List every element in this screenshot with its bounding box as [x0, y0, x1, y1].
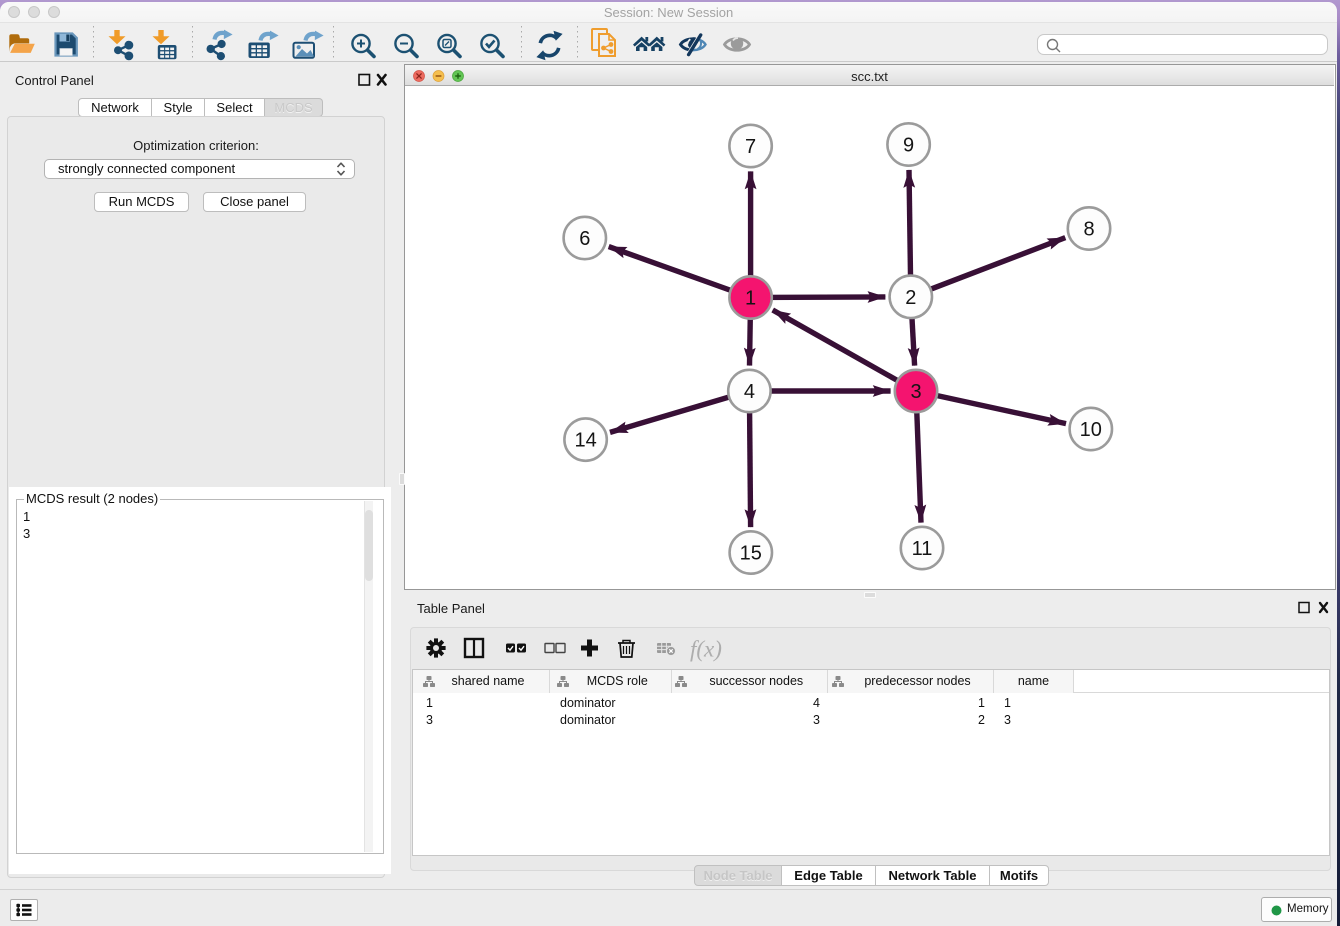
svg-text:8: 8 [1083, 219, 1094, 241]
svg-text:6: 6 [579, 228, 590, 250]
svg-text:15: 15 [740, 543, 762, 565]
svg-text:14: 14 [574, 430, 596, 452]
svg-text:11: 11 [912, 538, 933, 560]
svg-text:9: 9 [903, 135, 914, 157]
svg-text:10: 10 [1080, 419, 1102, 441]
svg-text:7: 7 [745, 136, 756, 158]
svg-text:1: 1 [745, 288, 756, 310]
svg-text:4: 4 [744, 381, 755, 403]
svg-text:3: 3 [910, 381, 921, 403]
svg-text:2: 2 [905, 287, 916, 309]
svg-text:f(x): f(x) [690, 637, 722, 662]
